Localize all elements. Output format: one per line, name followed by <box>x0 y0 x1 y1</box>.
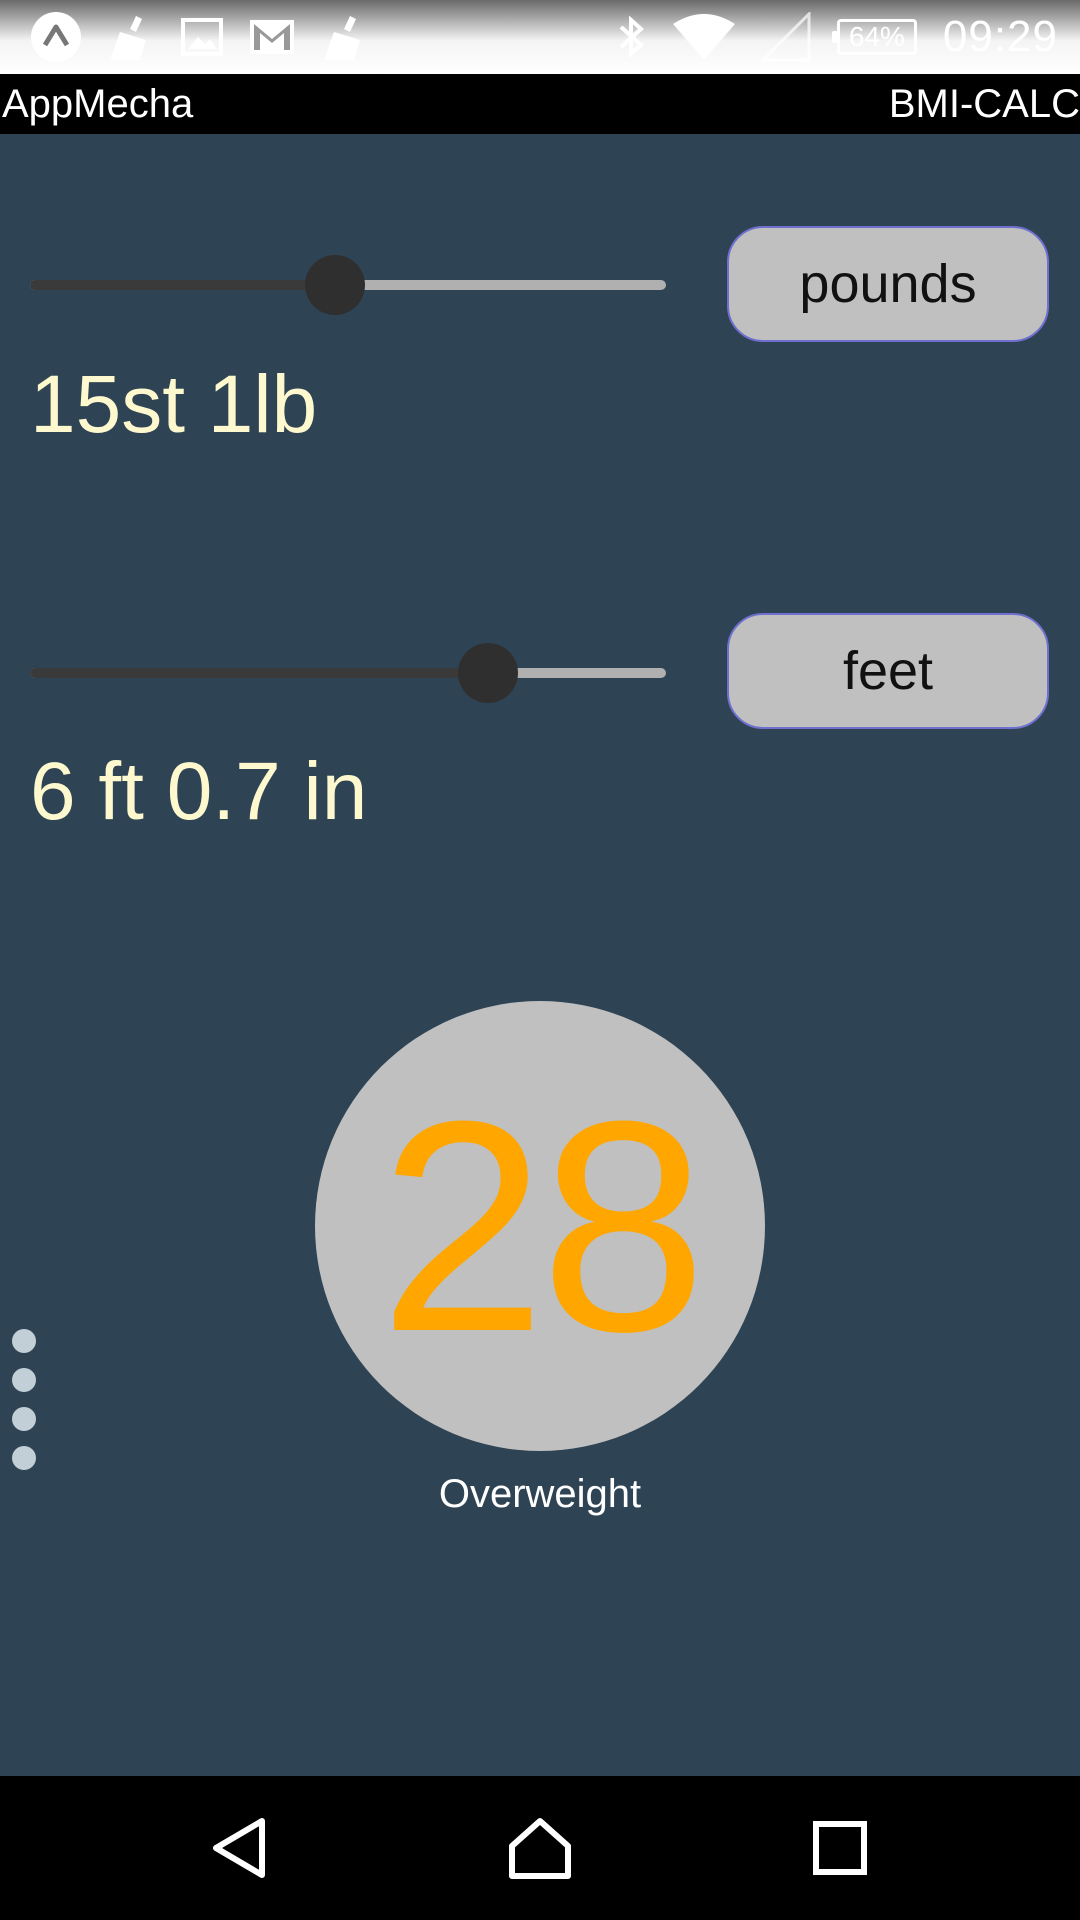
app-icon <box>30 11 82 63</box>
weight-unit-button[interactable]: pounds <box>727 226 1049 342</box>
home-icon[interactable] <box>490 1798 590 1898</box>
bmi-result-circle: 28 <box>315 1001 765 1451</box>
wifi-icon <box>672 14 735 60</box>
height-reading: 6 ft 0.7 in <box>30 746 368 837</box>
bmi-category: Overweight <box>438 1472 642 1516</box>
recents-icon[interactable] <box>790 1798 890 1898</box>
page-dot <box>12 1329 36 1353</box>
gmail-icon <box>248 18 296 56</box>
bmi-value: 28 <box>379 1058 707 1394</box>
signal-icon <box>760 12 811 62</box>
height-unit-button[interactable]: feet <box>727 613 1049 729</box>
app-name: AppMecha <box>2 82 194 126</box>
page-dot <box>12 1446 36 1470</box>
battery-icon: 64% <box>831 19 917 55</box>
system-icons: 64% 09:29 <box>617 8 1058 66</box>
page-dot <box>12 1407 36 1431</box>
bluetooth-icon <box>617 14 647 60</box>
weight-slider-fill <box>30 280 336 290</box>
image-icon <box>180 17 224 57</box>
page-dot <box>12 1368 36 1392</box>
height-slider-fill <box>30 668 488 678</box>
notification-icons <box>30 10 370 64</box>
navigation-bar <box>0 1776 1080 1920</box>
app-title: BMI-CALC <box>888 82 1080 126</box>
app-bar: AppMecha BMI-CALC <box>0 74 1080 134</box>
weight-slider[interactable] <box>30 254 666 315</box>
status-bar: 64% 09:29 <box>0 0 1080 74</box>
back-icon[interactable] <box>190 1798 290 1898</box>
cleaner-icon <box>320 12 370 62</box>
cleaner-icon <box>106 12 156 62</box>
height-slider-thumb[interactable] <box>457 643 518 703</box>
clock: 09:29 <box>942 12 1058 61</box>
weight-reading: 15st 1lb <box>30 359 318 450</box>
height-slider[interactable] <box>30 642 666 703</box>
weight-slider-thumb[interactable] <box>305 255 366 315</box>
battery-percent: 64% <box>848 21 905 52</box>
page-indicator[interactable] <box>12 1329 36 1470</box>
